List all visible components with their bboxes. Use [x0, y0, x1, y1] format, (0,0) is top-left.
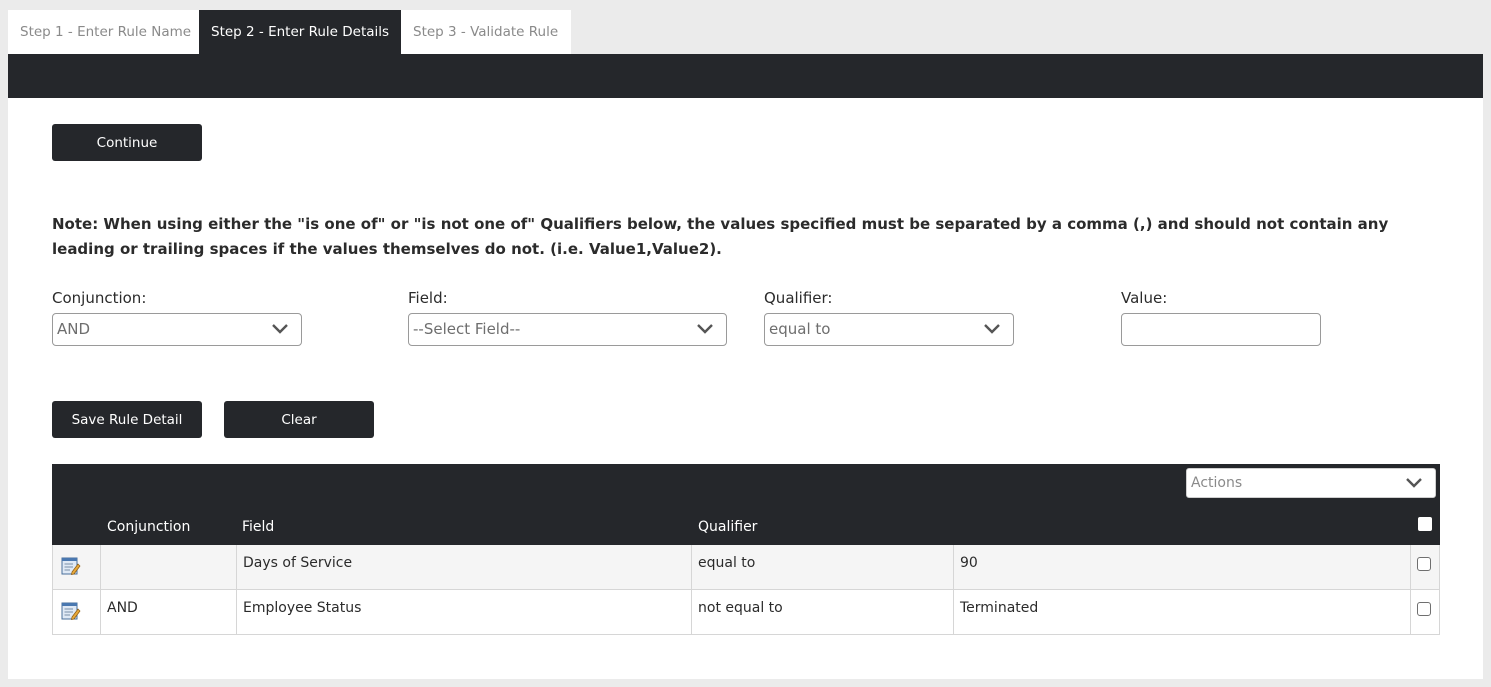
qualifier-note: Note: When using either the "is one of" … [52, 215, 1389, 258]
conjunction-select[interactable]: AND [52, 313, 302, 346]
field-cell: Days of Service [237, 545, 692, 589]
row-checkbox[interactable] [1417, 602, 1431, 616]
tab-step-2[interactable]: Step 2 - Enter Rule Details [199, 10, 401, 54]
chevron-down-icon [272, 324, 288, 334]
edit-icon[interactable] [61, 556, 81, 576]
field-cell: Employee Status [237, 590, 692, 634]
header-bar [8, 54, 1483, 98]
chevron-down-icon [697, 324, 713, 334]
edit-cell [53, 590, 101, 634]
field-select[interactable]: --Select Field-- [408, 313, 727, 346]
select-all-checkbox[interactable] [1418, 517, 1432, 531]
tab-step-1[interactable]: Step 1 - Enter Rule Name [8, 10, 199, 54]
grid-header: Actions Conjunction Field Qualifier [52, 464, 1440, 545]
conjunction-select-value: AND [57, 320, 91, 338]
qualifier-select-value: equal to [769, 320, 831, 338]
clear-button[interactable]: Clear [224, 401, 374, 438]
value-label: Value: [1121, 289, 1168, 307]
table-row: AND Employee Status not equal to Termina… [52, 590, 1440, 635]
conjunction-cell: AND [101, 590, 237, 634]
chevron-down-icon [1406, 478, 1422, 488]
row-checkbox[interactable] [1417, 557, 1431, 571]
rule-details-grid: Actions Conjunction Field Qualifier Days… [52, 464, 1440, 635]
table-row: Days of Service equal to 90 [52, 545, 1440, 590]
save-rule-detail-button[interactable]: Save Rule Detail [52, 401, 202, 438]
continue-button[interactable]: Continue [52, 124, 202, 161]
tab-step-3[interactable]: Step 3 - Validate Rule [401, 10, 571, 54]
conjunction-cell [101, 545, 237, 589]
wizard-tabs: Step 1 - Enter Rule Name Step 2 - Enter … [8, 10, 571, 54]
conjunction-label: Conjunction: [52, 289, 147, 307]
field-select-value: --Select Field-- [413, 320, 521, 338]
qualifier-cell: equal to [692, 545, 954, 589]
chevron-down-icon [984, 324, 1000, 334]
value-cell: Terminated [954, 590, 1411, 634]
select-cell [1411, 545, 1439, 589]
column-header-qualifier[interactable]: Qualifier [698, 519, 757, 535]
field-label: Field: [408, 289, 448, 307]
column-header-conjunction[interactable]: Conjunction [107, 519, 190, 535]
select-cell [1411, 590, 1439, 634]
rule-details-panel: Continue Note: When using either the "is… [8, 98, 1483, 679]
actions-select-value: Actions [1191, 475, 1243, 491]
qualifier-select[interactable]: equal to [764, 313, 1014, 346]
value-cell: 90 [954, 545, 1411, 589]
edit-icon[interactable] [61, 601, 81, 621]
qualifier-cell: not equal to [692, 590, 954, 634]
qualifier-label: Qualifier: [764, 289, 833, 307]
column-header-field[interactable]: Field [242, 519, 274, 535]
value-input[interactable] [1121, 313, 1321, 346]
actions-select[interactable]: Actions [1186, 468, 1436, 498]
edit-cell [53, 545, 101, 589]
